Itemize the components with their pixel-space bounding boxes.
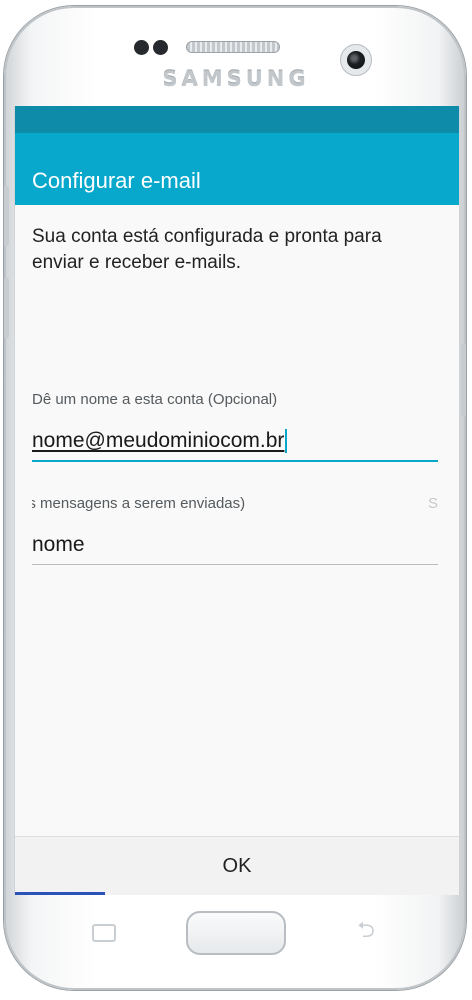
account-name-label: Dê um nome a esta conta (Opcional) xyxy=(32,391,278,408)
bottom-action-bar: OK xyxy=(15,836,459,895)
power-button[interactable] xyxy=(461,344,466,416)
status-bar xyxy=(15,106,459,133)
volume-down-button[interactable] xyxy=(4,278,9,338)
app-bar: Configurar e-mail xyxy=(15,133,459,205)
sensor-dot xyxy=(153,40,168,55)
account-name-input[interactable]: nome@meudominiocom.br xyxy=(32,422,438,462)
bottom-accent-line xyxy=(15,892,105,895)
account-name-value: nome@meudominiocom.br xyxy=(32,429,285,452)
sender-name-label-container: as mensagens a serem enviadas) S xyxy=(32,491,438,517)
volume-up-button[interactable] xyxy=(4,186,9,246)
intro-text: Sua conta está configurada e pronta para… xyxy=(32,226,382,273)
back-icon[interactable]: ⮌ xyxy=(350,919,382,943)
sender-name-input[interactable]: nome xyxy=(32,525,438,565)
sender-name-value: nome xyxy=(32,532,85,556)
home-button[interactable] xyxy=(186,911,286,955)
speaker-icon xyxy=(186,41,280,53)
sender-name-label-trailing: S xyxy=(427,495,438,512)
sender-name-label: as mensagens a serem enviadas) xyxy=(32,495,246,512)
screen: Configurar e-mail Sua conta está configu… xyxy=(14,106,460,895)
recent-apps-icon[interactable] xyxy=(92,924,116,942)
ok-button[interactable]: OK xyxy=(15,837,459,895)
text-cursor xyxy=(285,429,288,453)
sensor-dot xyxy=(134,40,149,55)
brand-logo: SAMSUNG xyxy=(162,67,310,91)
page-title: Configurar e-mail xyxy=(32,168,201,193)
